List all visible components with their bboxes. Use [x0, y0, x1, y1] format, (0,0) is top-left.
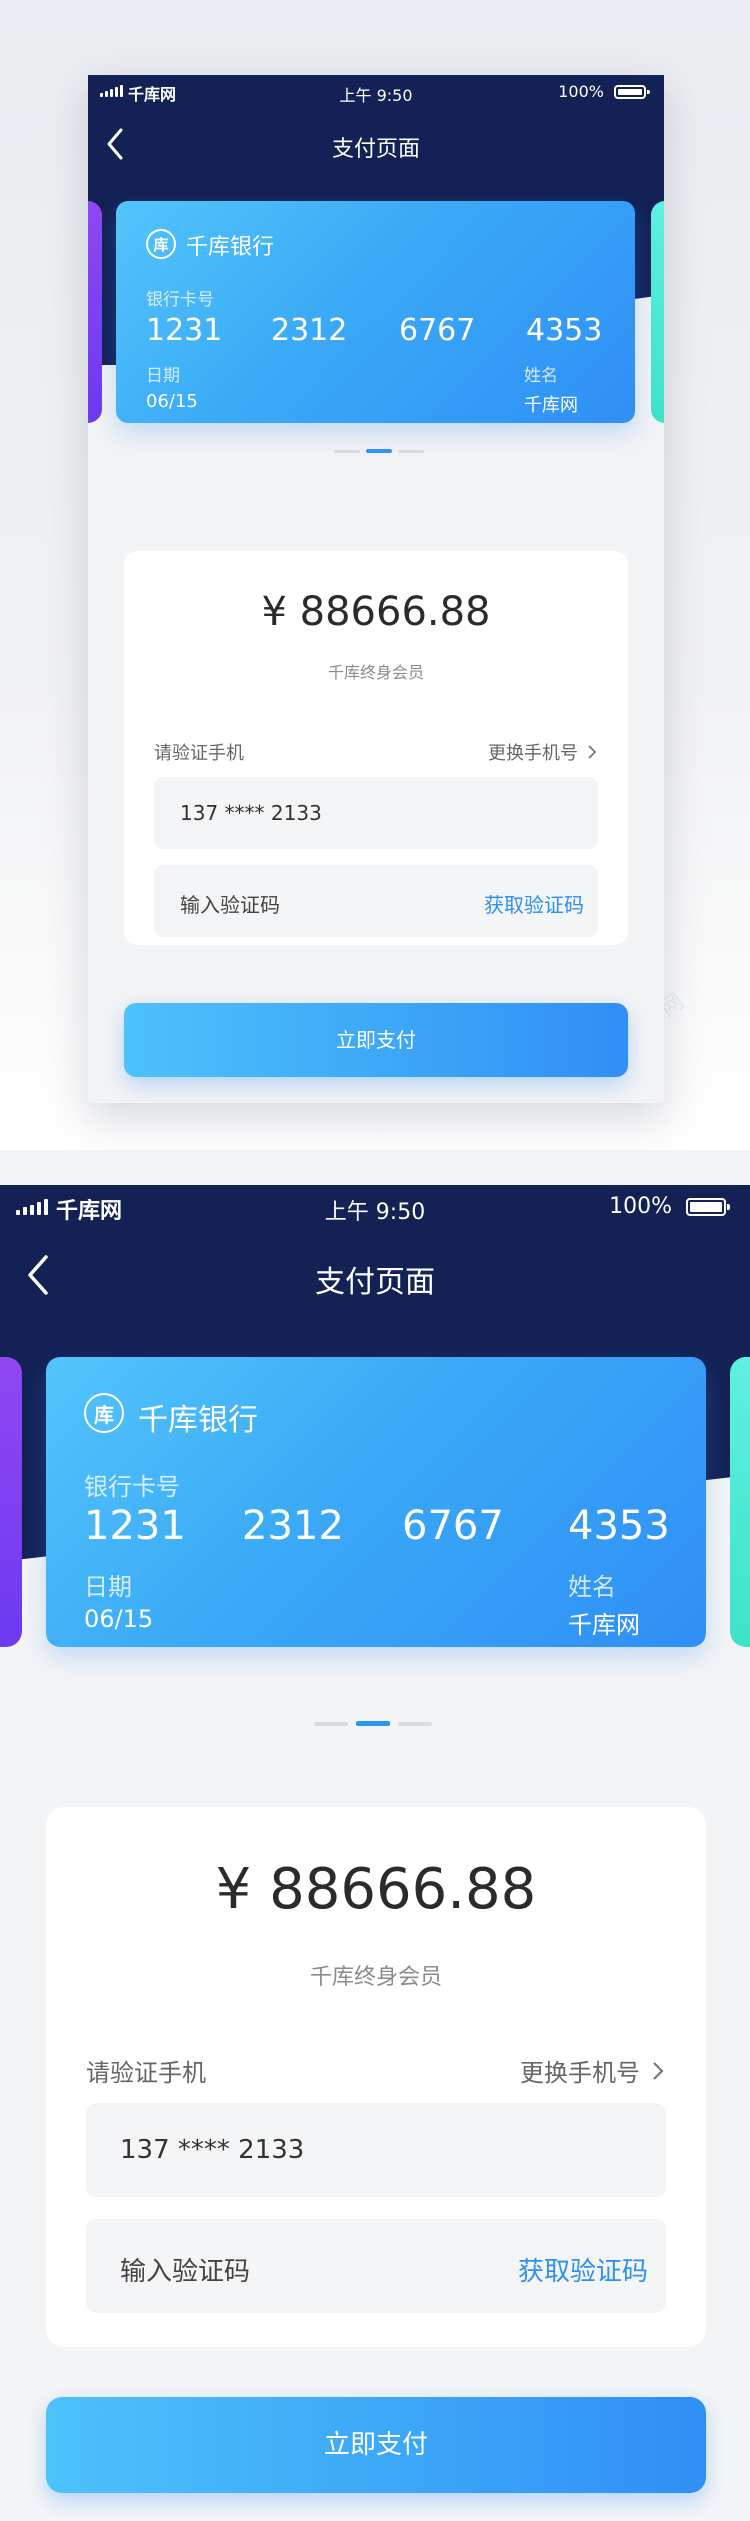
- card-number-group: 4353: [526, 313, 603, 348]
- card-date-value: 06/15: [84, 1605, 154, 1633]
- bank-card[interactable]: 库 千库银行 银行卡号 1231 2312 6767 4353 日期 06/15…: [46, 1357, 706, 1647]
- payment-amount: ¥ 88666.88: [215, 1857, 537, 1922]
- verification-code-field[interactable]: 输入验证码 获取验证码: [86, 2219, 666, 2313]
- chevron-right-icon: [653, 2061, 664, 2080]
- phone-value: 137 **** 2133: [180, 801, 322, 825]
- card-name-label: 姓名: [524, 366, 558, 386]
- battery-icon: [614, 85, 650, 99]
- payment-panel: ¥ 88666.88 千库终身会员 请验证手机 更换手机号 137 **** 2…: [46, 1807, 706, 2347]
- prev-card-peek[interactable]: [88, 201, 102, 423]
- pagination-dot[interactable]: [398, 1721, 432, 1726]
- status-bar: 千库网 上午 9:50 100%: [0, 1185, 750, 1225]
- card-date-label: 日期: [146, 366, 180, 386]
- pagination-dot[interactable]: [334, 449, 360, 453]
- card-number-label: 银行卡号: [84, 1473, 180, 1501]
- code-input-placeholder: 输入验证码: [120, 2257, 251, 2287]
- bank-name: 千库银行: [186, 235, 275, 260]
- page-title: 支付页面: [315, 1265, 435, 1300]
- pagination-dot-active[interactable]: [356, 1721, 390, 1726]
- page-title: 支付页面: [331, 137, 420, 162]
- main-screen: 千库网 上午 9:50 100% 支付页面 库 千库银行 银行卡号 1231 2…: [0, 1185, 750, 2521]
- pagination-dot[interactable]: [398, 449, 424, 453]
- pay-now-button[interactable]: 立即支付: [46, 2397, 706, 2493]
- card-number-group: 1231: [84, 1503, 186, 1549]
- phone-field[interactable]: 137 **** 2133: [154, 777, 598, 849]
- next-card-peek[interactable]: [651, 201, 664, 423]
- status-bar: 千库网 上午 9:50 100%: [88, 75, 664, 107]
- card-number-label: 银行卡号: [146, 290, 214, 310]
- card-date-label: 日期: [84, 1573, 132, 1601]
- bank-logo-char: 库: [153, 235, 169, 254]
- get-code-button[interactable]: 获取验证码: [484, 889, 584, 918]
- bank-logo-icon: 库: [84, 1393, 124, 1433]
- pagination-dot-active[interactable]: [366, 449, 392, 453]
- get-code-button[interactable]: 获取验证码: [518, 2251, 648, 2288]
- card-number-group: 6767: [402, 1503, 504, 1549]
- payment-panel: ¥ 88666.88 千库终身会员 请验证手机 更换手机号 137 **** 2…: [124, 551, 628, 945]
- card-name-label: 姓名: [568, 1573, 616, 1601]
- battery-percentage: 100%: [609, 1194, 672, 1219]
- verify-phone-label: 请验证手机: [86, 2059, 206, 2087]
- card-number-group: 4353: [568, 1503, 670, 1549]
- pay-now-label: 立即支付: [323, 2430, 428, 2460]
- change-phone-label: 更换手机号: [520, 2059, 640, 2087]
- card-number-group: 6767: [399, 313, 476, 348]
- card-number-group: 2312: [242, 1503, 344, 1549]
- change-phone-label: 更换手机号: [488, 743, 578, 764]
- next-card-peek[interactable]: [730, 1357, 750, 1647]
- change-phone-link[interactable]: 更换手机号: [520, 2053, 666, 2088]
- card-pagination: [334, 449, 424, 453]
- phone-field[interactable]: 137 **** 2133: [86, 2103, 666, 2197]
- card-number-group: 2312: [271, 313, 348, 348]
- verification-code-field[interactable]: 输入验证码 获取验证码: [154, 865, 598, 937]
- phone-value: 137 **** 2133: [120, 2135, 305, 2165]
- card-name-value: 千库网: [568, 1611, 640, 1639]
- battery-percentage: 100%: [558, 82, 604, 101]
- card-number-group: 1231: [146, 313, 223, 348]
- membership-type: 千库终身会员: [327, 663, 424, 682]
- bank-logo-icon: 库: [146, 229, 176, 259]
- card-date-value: 06/15: [146, 391, 198, 412]
- membership-type: 千库终身会员: [309, 1965, 442, 1990]
- bank-card[interactable]: 库 千库银行 银行卡号 1231 2312 6767 4353 日期 06/15…: [116, 201, 635, 423]
- bank-name: 千库银行: [138, 1403, 258, 1438]
- change-phone-link[interactable]: 更换手机号: [488, 739, 598, 765]
- battery-icon: [686, 1198, 730, 1216]
- payment-amount: ¥ 88666.88: [261, 589, 491, 635]
- pay-now-label: 立即支付: [336, 1028, 416, 1052]
- verify-phone-label: 请验证手机: [154, 743, 244, 764]
- prev-card-peek[interactable]: [0, 1357, 22, 1647]
- card-name-value: 千库网: [524, 395, 578, 416]
- preview-screen: 千库网 上午 9:50 100% 支付页面 库 千库银行 银行卡号 1231 2…: [88, 75, 664, 1103]
- pagination-dot[interactable]: [314, 1721, 348, 1726]
- card-pagination: [314, 1721, 432, 1726]
- code-input-placeholder: 输入验证码: [180, 893, 280, 917]
- chevron-right-icon: [588, 745, 597, 759]
- bank-logo-char: 库: [94, 1402, 114, 1427]
- pay-now-button[interactable]: 立即支付: [124, 1003, 628, 1077]
